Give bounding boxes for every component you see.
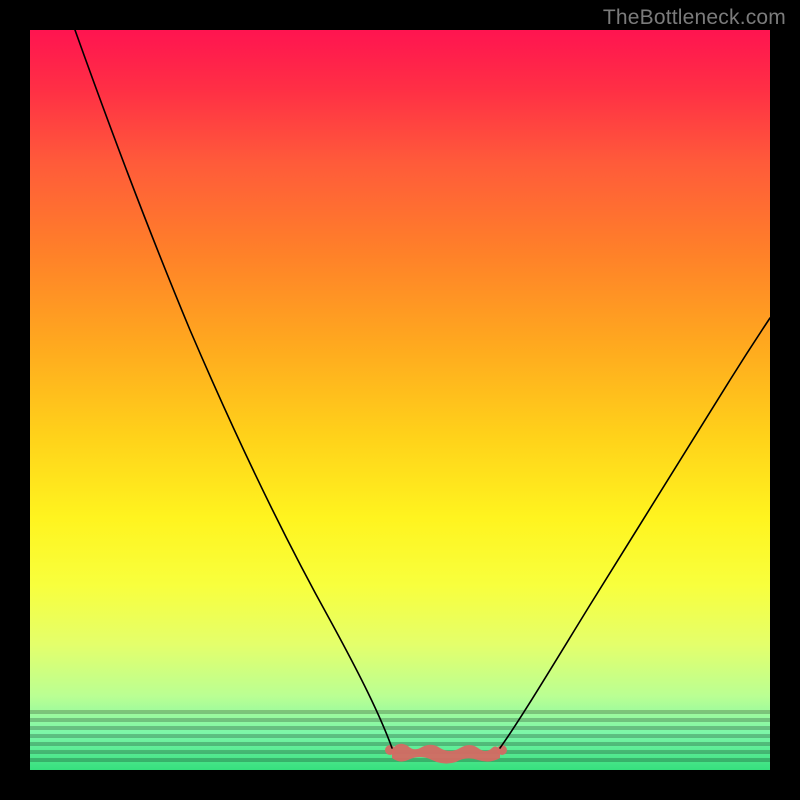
watermark-text: TheBottleneck.com — [603, 6, 786, 30]
valley-marker-shape — [392, 744, 500, 764]
right-branch-path — [500, 318, 770, 748]
chart-frame: TheBottleneck.com — [0, 0, 800, 800]
left-branch-path — [75, 30, 392, 748]
valley-marker-dot — [385, 745, 395, 755]
valley-marker-group — [385, 744, 507, 764]
plot-area — [30, 30, 770, 770]
curve-svg — [30, 30, 770, 770]
